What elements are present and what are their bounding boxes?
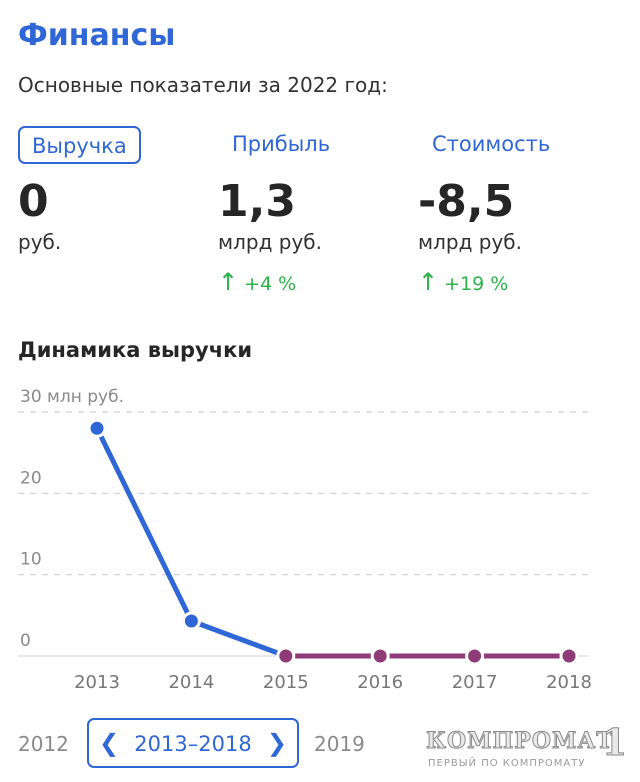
metric-profit-delta: ↑ +4 % <box>218 268 408 296</box>
metric-profit: Прибыль 1,3 млрд руб. ↑ +4 % <box>218 126 408 296</box>
period-range-box: ❮ 2013–2018 ❯ <box>87 718 299 768</box>
page-subtitle: Основные показатели за 2022 год: <box>18 73 388 97</box>
data-point <box>465 646 485 666</box>
metric-value-value: -8,5 <box>418 176 515 227</box>
metric-value: Стоимость -8,5 млрд руб. ↑ +19 % <box>418 126 608 296</box>
metric-revenue-value: 0 <box>18 176 49 227</box>
metric-value-unit: млрд руб. <box>418 230 522 254</box>
x-tick-label: 2018 <box>546 672 592 693</box>
tab-revenue[interactable]: Выручка <box>18 126 141 164</box>
watermark-logo: КОМПРОМАТ 1 ПЕРВЫЙ ПО КОМПРОМАТУ <box>420 722 640 782</box>
chart-title: Динамика выручки <box>18 338 253 362</box>
arrow-up-icon: ↑ <box>218 268 239 296</box>
data-point <box>370 646 390 666</box>
series-line-segment <box>188 618 289 659</box>
data-point <box>87 418 107 438</box>
x-tick-label: 2013 <box>74 672 120 693</box>
metric-value-delta: ↑ +19 % <box>418 268 608 296</box>
metric-profit-value: 1,3 <box>218 176 296 227</box>
y-tick-label: 0 <box>20 631 31 651</box>
x-tick-label: 2014 <box>168 672 214 693</box>
chevron-right-icon[interactable]: ❯ <box>267 729 287 757</box>
period-prev-year[interactable]: 2012 <box>18 732 69 756</box>
page-title: Финансы <box>18 18 176 53</box>
period-range-label: 2013–2018 <box>134 732 252 756</box>
metric-profit-unit: млрд руб. <box>218 230 322 254</box>
metric-value-delta-text: +19 % <box>444 273 509 295</box>
data-point <box>181 611 201 631</box>
x-tick-label: 2017 <box>452 672 498 693</box>
watermark-subtext: ПЕРВЫЙ ПО КОМПРОМАТУ <box>428 758 586 769</box>
tab-value[interactable]: Стоимость <box>418 126 564 164</box>
series-line-segment <box>94 425 194 624</box>
period-next-year[interactable]: 2019 <box>314 732 365 756</box>
y-tick-label: 30 млн руб. <box>20 387 124 407</box>
watermark-text: КОМПРОМАТ <box>426 728 614 755</box>
watermark-number: 1 <box>601 722 628 765</box>
metric-revenue-unit: руб. <box>18 230 62 254</box>
data-point <box>276 646 296 666</box>
y-tick-label: 20 <box>20 468 42 488</box>
metric-profit-delta-text: +4 % <box>244 273 297 295</box>
x-tick-label: 2016 <box>357 672 403 693</box>
metric-revenue: Выручка 0 руб. <box>18 126 208 254</box>
revenue-chart: 30 млн руб. 20 10 0 2013 2014 2015 2016 2017 2018 <box>18 387 592 693</box>
y-tick-label: 10 <box>20 550 42 570</box>
tab-profit[interactable]: Прибыль <box>218 126 344 164</box>
arrow-up-icon: ↑ <box>418 268 439 296</box>
x-tick-label: 2015 <box>263 672 309 693</box>
data-point <box>559 646 579 666</box>
